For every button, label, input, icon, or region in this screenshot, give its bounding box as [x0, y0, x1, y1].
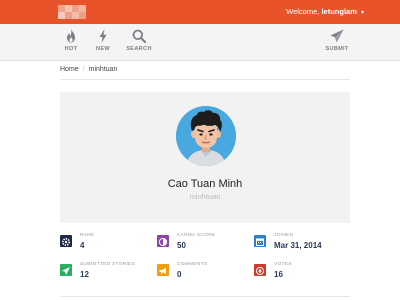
caret-down-icon: ▾ — [360, 10, 364, 16]
top-bar: Welcome, letunglam ▾ — [0, 0, 400, 24]
stat-submitted-value: 12 — [80, 270, 89, 279]
contrast-icon — [157, 235, 169, 247]
stat-rank: RANK 4 — [60, 233, 160, 255]
breadcrumb-separator: / — [82, 66, 85, 73]
nav-new-label: NEW — [96, 46, 110, 52]
stat-submitted-stories: SUBMITTED STORIES 12 — [60, 262, 160, 284]
user-menu[interactable]: Welcome, letunglam ▾ — [286, 7, 364, 16]
gear-icon — [60, 235, 72, 247]
nav-hot[interactable]: HOT — [56, 28, 86, 52]
stat-submitted-label: SUBMITTED STORIES — [80, 262, 136, 267]
nav-new[interactable]: NEW — [88, 28, 118, 52]
breadcrumb-home[interactable]: Home — [60, 66, 79, 73]
stat-comments-label: COMMENTS — [177, 262, 208, 267]
send-icon — [60, 264, 72, 276]
calendar-icon — [254, 235, 266, 247]
profile-card: Cao Tuan Minh minhtuan — [60, 92, 350, 223]
footer-divider — [60, 296, 350, 297]
stat-votes-value: 16 — [274, 270, 283, 279]
stat-joined: JOINED Mar 31, 2014 — [254, 233, 354, 255]
stat-votes: VOTES 16 — [254, 262, 354, 284]
megaphone-icon — [157, 264, 169, 276]
stat-comments: COMMENTS 0 — [157, 262, 257, 284]
nav-search-label: SEARCH — [126, 46, 152, 52]
nav-hot-label: HOT — [64, 46, 78, 52]
logo[interactable] — [58, 5, 86, 19]
avatar-illustration — [176, 106, 236, 166]
nav-bar: HOT NEW SEARCH SUBMIT — [0, 24, 400, 61]
stat-joined-label: JOINED — [274, 233, 294, 238]
username-label: letunglam — [321, 7, 357, 16]
search-icon — [132, 29, 147, 44]
nav-submit[interactable]: SUBMIT — [322, 28, 352, 52]
nav-search[interactable]: SEARCH — [124, 28, 154, 52]
breadcrumb: Home / minhtuan — [60, 66, 117, 73]
stat-karma-label: KARMA SCORE — [177, 233, 216, 238]
nav-submit-label: SUBMIT — [325, 46, 349, 52]
flame-icon — [67, 29, 75, 43]
stat-comments-value: 0 — [177, 270, 182, 279]
welcome-text: Welcome, — [286, 7, 320, 16]
lightning-icon — [99, 29, 107, 43]
divider — [60, 79, 350, 80]
stat-karma: KARMA SCORE 50 — [157, 233, 257, 255]
stat-joined-value: Mar 31, 2014 — [274, 241, 322, 250]
breadcrumb-current: minhtuan — [88, 66, 118, 73]
profile-username: minhtuan — [189, 192, 221, 201]
avatar — [176, 106, 236, 166]
stat-karma-value: 50 — [177, 241, 186, 250]
vote-icon — [254, 264, 266, 276]
stat-rank-value: 4 — [80, 241, 85, 250]
stat-votes-label: VOTES — [274, 262, 292, 267]
profile-name: Cao Tuan Minh — [167, 178, 243, 190]
stat-rank-label: RANK — [80, 233, 95, 238]
paper-plane-icon — [330, 29, 344, 43]
